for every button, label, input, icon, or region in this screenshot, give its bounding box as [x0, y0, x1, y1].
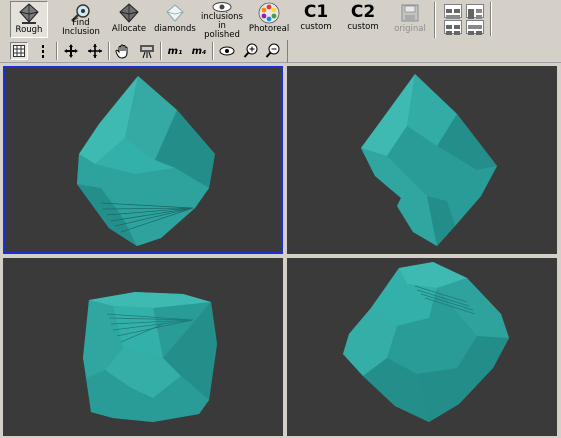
diamond-outline-icon: [162, 1, 188, 25]
toolbar-empty-area: [287, 40, 561, 63]
find-inclusion-button[interactable]: Find Inclusion: [60, 1, 102, 38]
pan-cross-icon[interactable]: [86, 42, 104, 60]
original-label: original: [394, 24, 426, 34]
layout-separator: [490, 2, 492, 36]
layout-four-view-button[interactable]: [444, 20, 462, 35]
inclusions-in-polished-button[interactable]: inclusions in polished: [199, 1, 245, 40]
find-inclusion-label: Find Inclusion: [62, 18, 100, 37]
main-toolbar: Rough Find Inclusion Allocate diamonds i…: [0, 0, 561, 41]
move-icon[interactable]: [62, 42, 80, 60]
view-tools-toolbar: m₁ m₄: [0, 40, 287, 63]
photoreal-button[interactable]: Photoreal: [249, 1, 289, 38]
allocate-diamond-icon: [116, 1, 142, 25]
custom-c1-label: custom: [300, 22, 332, 32]
viewport-bottom-left[interactable]: [3, 258, 283, 436]
custom-c2-button[interactable]: C2 custom: [344, 1, 382, 38]
tools-separator: [212, 42, 214, 60]
original-button[interactable]: original: [390, 1, 430, 38]
tools-separator: [56, 42, 58, 60]
custom-c1-button[interactable]: C1 custom: [297, 1, 335, 38]
rough-stone-side-view: [361, 74, 497, 246]
viewport-top-right[interactable]: [287, 66, 557, 254]
c2-text: C2: [350, 2, 376, 22]
tools-separator: [160, 42, 162, 60]
photoreal-label: Photoreal: [248, 24, 290, 34]
rough-diamond-icon: [16, 2, 42, 26]
rough-stone-top-view: [83, 292, 217, 422]
layout-single-view-button[interactable]: [444, 4, 462, 19]
viewport-bottom-right[interactable]: [287, 258, 557, 436]
grid-view-icon[interactable]: [10, 42, 28, 60]
allocate-label: Allocate: [111, 24, 147, 34]
viewport-grid: [0, 63, 561, 438]
tools-separator: [108, 42, 110, 60]
zoom-out-icon[interactable]: [264, 42, 282, 60]
vertical-dots-icon[interactable]: [34, 42, 52, 60]
inclusions-in-polished-label: inclusions in polished: [201, 12, 243, 40]
layout-two-view-button[interactable]: [466, 4, 484, 19]
m1-label: m₁: [167, 45, 183, 57]
m4-label: m₄: [191, 45, 207, 57]
zoom-in-icon[interactable]: [242, 42, 260, 60]
allocate-button[interactable]: Allocate: [110, 1, 148, 38]
rough-label: Rough: [15, 25, 43, 35]
c1-text: C1: [303, 2, 329, 22]
projector-icon[interactable]: [138, 42, 156, 60]
rough-stone-front-view: [77, 76, 215, 246]
rough-stone-perspective-view: [343, 262, 509, 422]
custom-c2-label: custom: [347, 22, 379, 32]
viewport-top-left[interactable]: [3, 66, 283, 254]
floppy-disk-icon: [397, 1, 423, 25]
diamonds-label: diamonds: [154, 24, 196, 34]
toolbar-separator: [434, 2, 436, 38]
layout-three-view-button[interactable]: [466, 20, 484, 35]
measure-m1-icon[interactable]: m₁: [166, 42, 184, 60]
eye-view-icon[interactable]: [218, 42, 236, 60]
hand-icon[interactable]: [114, 42, 132, 60]
diamonds-button[interactable]: diamonds: [154, 1, 196, 38]
measure-m4-icon[interactable]: m₄: [190, 42, 208, 60]
color-wheel-icon: [256, 1, 282, 25]
layout-buttons: [438, 1, 561, 38]
rough-button[interactable]: Rough: [10, 1, 48, 38]
